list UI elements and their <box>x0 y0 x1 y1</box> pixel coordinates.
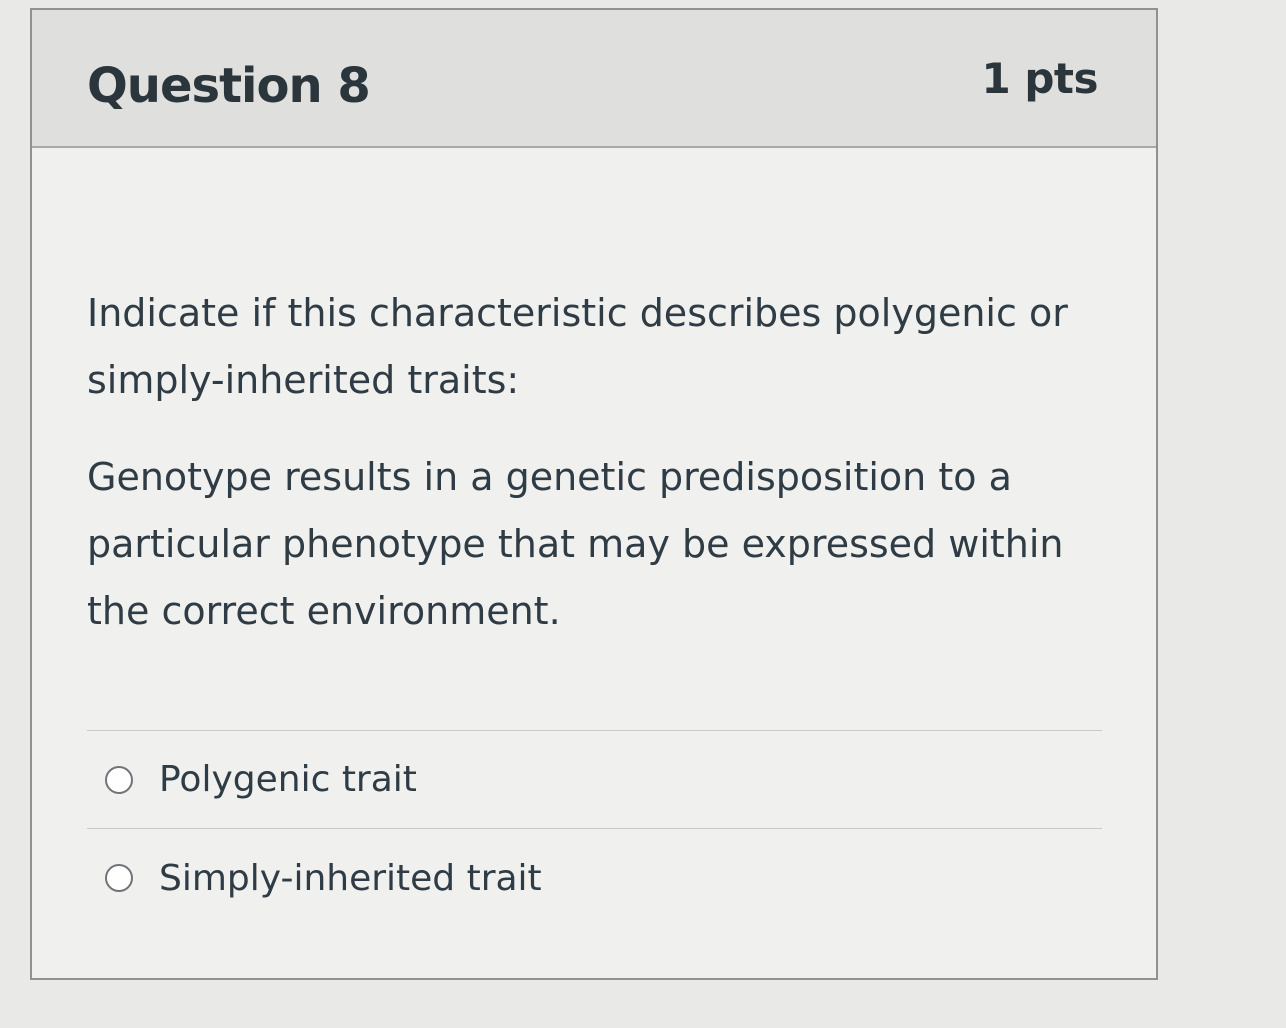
answer-list: Polygenic trait Simply-inherited trait <box>87 730 1102 927</box>
question-points: 1 pts <box>981 54 1099 103</box>
answer-option-simply-inherited[interactable]: Simply-inherited trait <box>87 829 1102 927</box>
answer-label: Simply-inherited trait <box>159 857 542 899</box>
radio-button-icon[interactable] <box>105 765 133 794</box>
answer-label: Polygenic trait <box>159 759 417 800</box>
question-header: Question 8 1 pts <box>32 10 1156 148</box>
question-prompt: Indicate if this characteristic describe… <box>87 291 1068 402</box>
radio-button-icon[interactable] <box>105 864 133 892</box>
question-statement: Genotype results in a genetic predisposi… <box>87 455 1064 633</box>
answer-option-polygenic[interactable]: Polygenic trait <box>87 731 1102 829</box>
question-title: Question 8 <box>87 58 371 114</box>
question-body: Indicate if this characteristic describe… <box>87 280 1107 675</box>
question-card: Question 8 1 pts Indicate if this charac… <box>30 8 1158 980</box>
